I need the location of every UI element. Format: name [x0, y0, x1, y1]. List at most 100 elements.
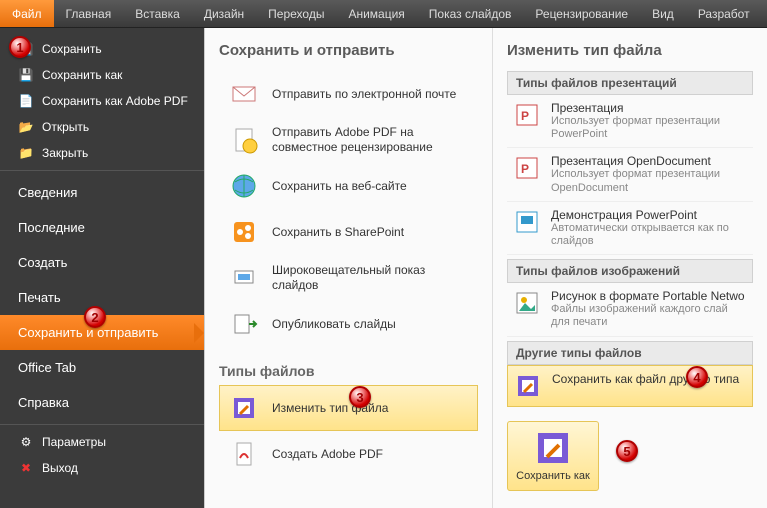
sidebar-item-label: Сохранить и отправить: [18, 325, 158, 340]
ppsx-icon: [513, 208, 541, 236]
sidebar-recent[interactable]: Последние: [0, 210, 204, 245]
ribbon-tab-insert[interactable]: Вставка: [123, 0, 192, 27]
category-images: Типы файлов изображений: [507, 259, 753, 283]
callout-2: 2: [84, 306, 106, 328]
file-types-title: Типы файлов: [219, 363, 478, 379]
sidebar-item-label: Создать: [18, 255, 67, 270]
sidebar-item-label: Сохранить как: [42, 68, 122, 82]
sidebar-separator: [0, 424, 204, 425]
create-adobe-pdf-row[interactable]: Создать Adobe PDF: [219, 431, 478, 477]
ribbon-tab-transitions[interactable]: Переходы: [256, 0, 336, 27]
sharepoint-icon: [228, 216, 260, 248]
sidebar-item-label: Сохранить: [42, 42, 102, 56]
filetype-title: Рисунок в формате Portable Netwo: [551, 289, 747, 303]
svg-text:P: P: [521, 109, 529, 123]
ribbon-tab-developer[interactable]: Разработ: [686, 0, 762, 27]
list-item-label: Создать Adobe PDF: [272, 447, 469, 462]
publish-slides-row[interactable]: Опубликовать слайды: [219, 301, 478, 347]
category-presentations: Типы файлов презентаций: [507, 71, 753, 95]
sidebar-open[interactable]: 📂 Открыть: [0, 114, 204, 140]
save-send-column: Сохранить и отправить Отправить по элект…: [205, 28, 493, 508]
change-file-type-row[interactable]: Изменить тип файла: [219, 385, 478, 431]
options-icon: ⚙: [18, 434, 34, 450]
list-item-label: Изменить тип файла: [272, 401, 469, 416]
globe-icon: [228, 170, 260, 202]
pdf-icon: 📄: [18, 93, 34, 109]
exit-icon: ✖: [18, 460, 34, 476]
sidebar-info[interactable]: Сведения: [0, 175, 204, 210]
ribbon-tab-review[interactable]: Рецензирование: [523, 0, 640, 27]
filetype-desc: Использует формат презентации OpenDocume…: [551, 168, 747, 194]
filetype-other[interactable]: Сохранить как файл другого типа: [507, 365, 753, 407]
sidebar-help[interactable]: Справка: [0, 385, 204, 420]
sidebar-item-label: Сохранить как Adobe PDF: [42, 94, 188, 108]
filetype-title: Презентация: [551, 101, 747, 115]
filetype-png[interactable]: Рисунок в формате Portable NetwoФайлы из…: [507, 283, 753, 336]
ribbon-tab-view[interactable]: Вид: [640, 0, 686, 27]
save-as-button-label: Сохранить как: [516, 470, 590, 482]
folder-close-icon: 📁: [18, 145, 34, 161]
sidebar-item-label: Сведения: [18, 185, 77, 200]
filetype-desc: Автоматически открывается как по слайдов: [551, 222, 747, 248]
send-pdf-review-row[interactable]: Отправить Adobe PDF на совместное реценз…: [219, 117, 478, 163]
sidebar-item-label: Открыть: [42, 120, 89, 134]
filetype-pptx[interactable]: P ПрезентацияИспользует формат презентац…: [507, 95, 753, 148]
ribbon: Файл Главная Вставка Дизайн Переходы Ани…: [0, 0, 767, 28]
ribbon-tab-home[interactable]: Главная: [54, 0, 124, 27]
sidebar-exit[interactable]: ✖ Выход: [0, 455, 204, 481]
broadcast-row[interactable]: Широковещательный показ слайдов: [219, 255, 478, 301]
callout-4: 4: [686, 366, 708, 388]
odp-icon: P: [513, 154, 541, 182]
ribbon-tab-file[interactable]: Файл: [0, 0, 54, 27]
sidebar-options[interactable]: ⚙ Параметры: [0, 429, 204, 455]
backstage-sidebar: 💾 Сохранить 💾 Сохранить как 📄 Сохранить …: [0, 28, 204, 508]
change-type-icon: [228, 392, 260, 424]
backstage-content: Сохранить и отправить Отправить по элект…: [204, 28, 767, 508]
list-item-label: Сохранить в SharePoint: [272, 225, 469, 240]
save-web-row[interactable]: Сохранить на веб-сайте: [219, 163, 478, 209]
list-item-label: Отправить по электронной почте: [272, 87, 469, 102]
change-file-type-column: Изменить тип файла Типы файлов презентац…: [493, 28, 767, 508]
sidebar-separator: [0, 170, 204, 171]
sidebar-new[interactable]: Создать: [0, 245, 204, 280]
section-title: Изменить тип файла: [507, 42, 753, 59]
list-item-label: Отправить Adobe PDF на совместное реценз…: [272, 125, 469, 155]
filetype-ppsx[interactable]: Демонстрация PowerPointАвтоматически отк…: [507, 202, 753, 255]
filetype-title: Демонстрация PowerPoint: [551, 208, 747, 222]
callout-1: 1: [9, 36, 31, 58]
save-as-icon: 💾: [18, 67, 34, 83]
section-title: Сохранить и отправить: [219, 42, 478, 59]
list-item-label: Широковещательный показ слайдов: [272, 263, 469, 293]
save-as-large-icon: [535, 430, 571, 466]
sidebar-item-label: Параметры: [42, 435, 106, 449]
folder-open-icon: 📂: [18, 119, 34, 135]
list-item-label: Сохранить на веб-сайте: [272, 179, 469, 194]
mail-icon: [228, 78, 260, 110]
list-item-label: Опубликовать слайды: [272, 317, 469, 332]
send-email-row[interactable]: Отправить по электронной почте: [219, 71, 478, 117]
callout-5: 5: [616, 440, 638, 462]
sidebar-item-label: Печать: [18, 290, 61, 305]
sidebar-item-label: Закрыть: [42, 146, 88, 160]
sidebar-office-tab[interactable]: Office Tab: [0, 350, 204, 385]
sidebar-item-label: Office Tab: [18, 360, 76, 375]
filetype-odp[interactable]: P Презентация OpenDocumentИспользует фор…: [507, 148, 753, 201]
ribbon-tab-design[interactable]: Дизайн: [192, 0, 256, 27]
save-as-button[interactable]: Сохранить как: [507, 421, 599, 491]
sidebar-item-label: Выход: [42, 461, 78, 475]
create-pdf-icon: [228, 438, 260, 470]
sidebar-item-label: Справка: [18, 395, 69, 410]
sidebar-save-as[interactable]: 💾 Сохранить как: [0, 62, 204, 88]
filetype-desc: Файлы изображений каждого слай для печат…: [551, 303, 747, 329]
sidebar-close[interactable]: 📁 Закрыть: [0, 140, 204, 166]
save-sharepoint-row[interactable]: Сохранить в SharePoint: [219, 209, 478, 255]
filetype-title: Сохранить как файл другого типа: [552, 372, 739, 386]
svg-text:P: P: [521, 162, 529, 176]
ribbon-tab-slideshow[interactable]: Показ слайдов: [417, 0, 524, 27]
png-icon: [513, 289, 541, 317]
sidebar-save-pdf[interactable]: 📄 Сохранить как Adobe PDF: [0, 88, 204, 114]
pdf-review-icon: [228, 124, 260, 156]
ribbon-tab-animation[interactable]: Анимация: [336, 0, 416, 27]
category-other: Другие типы файлов: [507, 341, 753, 365]
save-other-icon: [514, 372, 542, 400]
